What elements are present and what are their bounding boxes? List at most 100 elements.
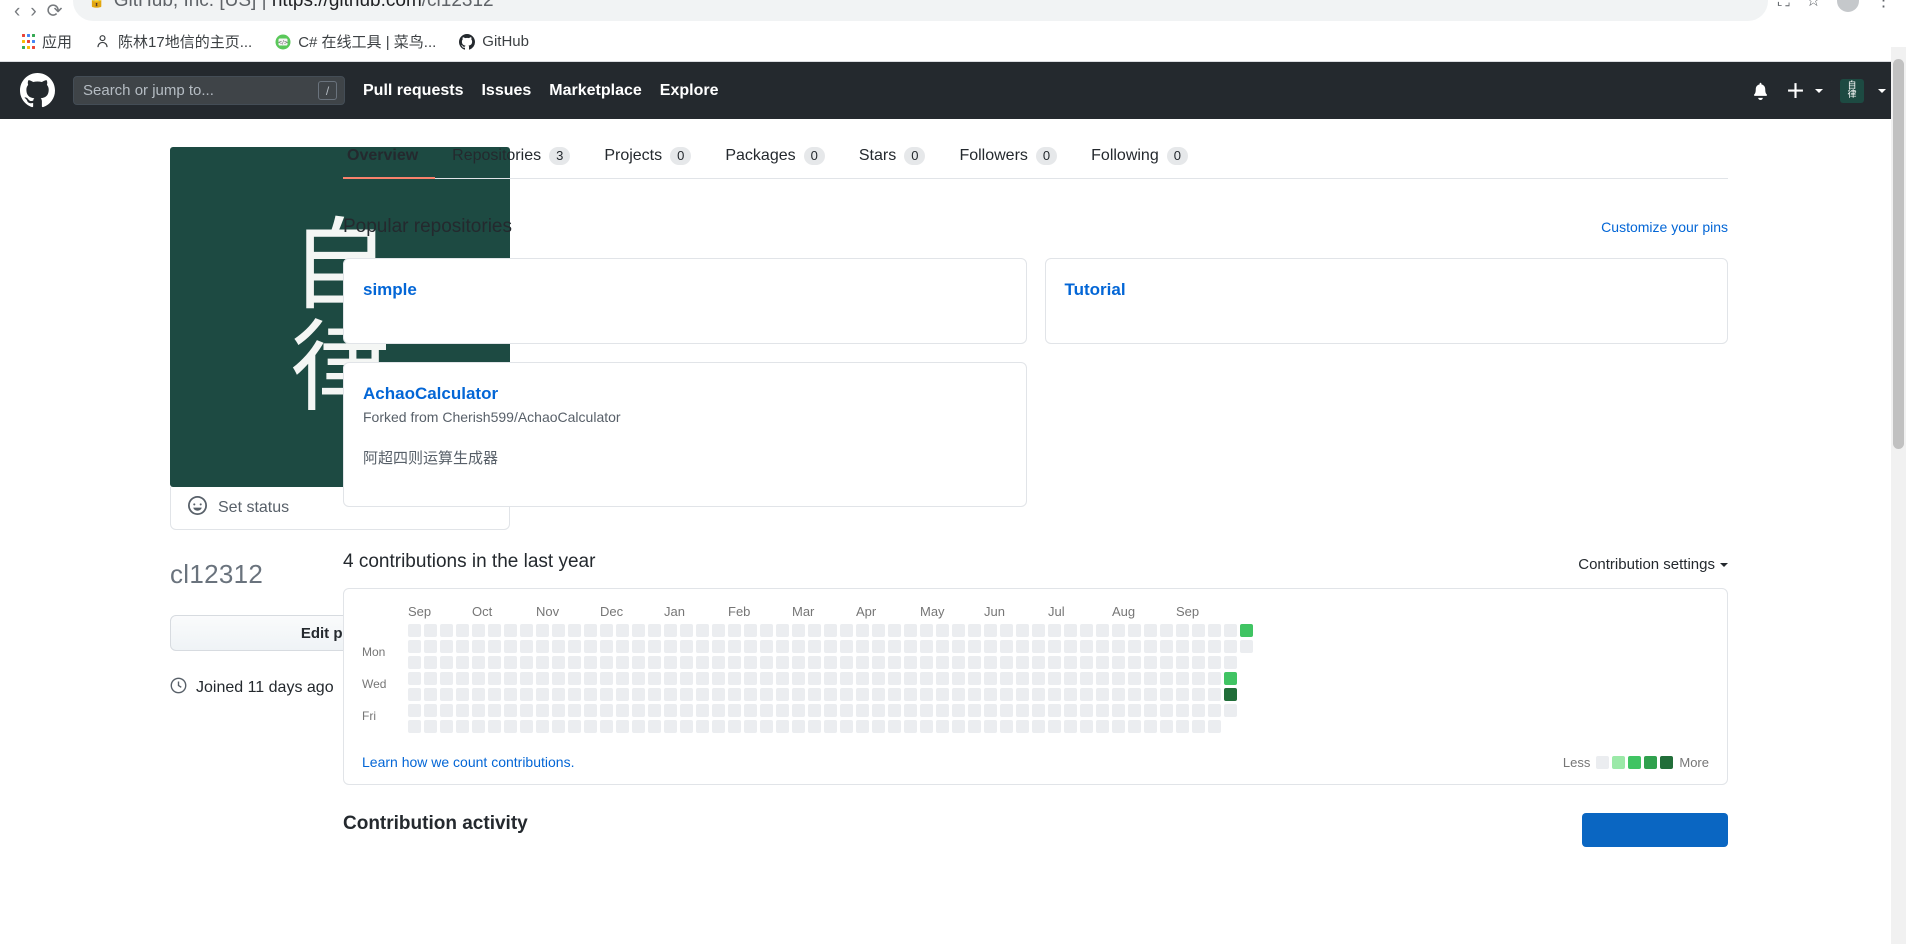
calendar-day-cell[interactable] <box>424 720 437 733</box>
calendar-day-cell[interactable] <box>1080 704 1093 717</box>
calendar-day-cell[interactable] <box>1112 672 1125 685</box>
calendar-day-cell[interactable] <box>648 720 661 733</box>
calendar-day-cell[interactable] <box>488 720 501 733</box>
calendar-day-cell[interactable] <box>584 672 597 685</box>
calendar-day-cell[interactable] <box>952 640 965 653</box>
calendar-day-cell[interactable] <box>872 704 885 717</box>
calendar-day-cell[interactable] <box>760 624 773 637</box>
back-arrow-icon[interactable]: ‹ <box>14 2 20 21</box>
calendar-day-cell[interactable] <box>568 720 581 733</box>
calendar-day-cell[interactable] <box>728 624 741 637</box>
calendar-day-cell[interactable] <box>1064 672 1077 685</box>
calendar-day-cell[interactable] <box>680 640 693 653</box>
calendar-day-cell[interactable] <box>1192 672 1205 685</box>
nav-explore[interactable]: Explore <box>660 82 719 100</box>
calendar-day-cell[interactable] <box>1064 640 1077 653</box>
calendar-day-cell[interactable] <box>744 720 757 733</box>
calendar-day-cell[interactable] <box>1160 704 1173 717</box>
calendar-day-cell[interactable] <box>1016 720 1029 733</box>
calendar-day-cell[interactable] <box>664 688 677 701</box>
calendar-day-cell[interactable] <box>1128 640 1141 653</box>
calendar-day-cell[interactable] <box>1000 624 1013 637</box>
calendar-day-cell[interactable] <box>600 656 613 669</box>
calendar-day-cell[interactable] <box>984 720 997 733</box>
calendar-day-cell[interactable] <box>1160 672 1173 685</box>
calendar-day-cell[interactable] <box>520 640 533 653</box>
calendar-day-cell[interactable] <box>536 672 549 685</box>
calendar-day-cell[interactable] <box>488 672 501 685</box>
calendar-day-cell[interactable] <box>872 624 885 637</box>
calendar-day-cell[interactable] <box>536 640 549 653</box>
calendar-day-cell[interactable] <box>856 704 869 717</box>
calendar-day-cell[interactable] <box>1032 672 1045 685</box>
calendar-day-cell[interactable] <box>728 704 741 717</box>
calendar-day-cell[interactable] <box>952 656 965 669</box>
calendar-day-cell[interactable] <box>1176 656 1189 669</box>
calendar-day-cell[interactable] <box>984 656 997 669</box>
calendar-day-cell[interactable] <box>680 672 693 685</box>
bookmark-runoob[interactable]: </> C# 在线工具 | 菜鸟... <box>274 31 436 52</box>
calendar-day-cell[interactable] <box>920 640 933 653</box>
calendar-day-cell[interactable] <box>1240 640 1253 653</box>
calendar-day-cell[interactable] <box>1080 656 1093 669</box>
calendar-day-cell[interactable] <box>1112 624 1125 637</box>
calendar-day-cell[interactable] <box>616 720 629 733</box>
calendar-day-cell[interactable] <box>824 720 837 733</box>
tab-stars[interactable]: Stars 0 <box>842 147 943 179</box>
calendar-day-cell[interactable] <box>824 656 837 669</box>
calendar-day-cell[interactable] <box>456 720 469 733</box>
calendar-day-cell[interactable] <box>520 720 533 733</box>
calendar-day-cell[interactable] <box>552 624 565 637</box>
calendar-day-cell[interactable] <box>744 640 757 653</box>
calendar-day-cell[interactable] <box>1016 656 1029 669</box>
calendar-day-cell[interactable] <box>936 624 949 637</box>
calendar-day-cell[interactable] <box>808 640 821 653</box>
calendar-day-cell[interactable] <box>776 640 789 653</box>
calendar-day-cell[interactable] <box>968 640 981 653</box>
calendar-day-cell[interactable] <box>792 640 805 653</box>
calendar-day-cell[interactable] <box>904 624 917 637</box>
calendar-day-cell[interactable] <box>968 656 981 669</box>
calendar-day-cell[interactable] <box>1048 704 1061 717</box>
calendar-day-cell[interactable] <box>760 640 773 653</box>
calendar-day-cell[interactable] <box>696 640 709 653</box>
calendar-day-cell[interactable] <box>520 624 533 637</box>
calendar-day-cell[interactable] <box>1032 720 1045 733</box>
calendar-day-cell[interactable] <box>664 624 677 637</box>
calendar-day-cell[interactable] <box>1016 640 1029 653</box>
calendar-day-cell[interactable] <box>680 720 693 733</box>
calendar-day-cell[interactable] <box>1224 624 1237 637</box>
tab-followers[interactable]: Followers 0 <box>942 147 1074 179</box>
calendar-day-cell[interactable] <box>680 704 693 717</box>
calendar-day-cell[interactable] <box>1112 656 1125 669</box>
calendar-day-cell[interactable] <box>616 624 629 637</box>
calendar-day-cell[interactable] <box>472 624 485 637</box>
calendar-day-cell[interactable] <box>472 688 485 701</box>
calendar-day-cell[interactable] <box>808 672 821 685</box>
calendar-day-cell[interactable] <box>472 672 485 685</box>
calendar-day-cell[interactable] <box>488 624 501 637</box>
calendar-day-cell[interactable] <box>744 624 757 637</box>
calendar-day-cell[interactable] <box>424 624 437 637</box>
calendar-day-cell[interactable] <box>952 672 965 685</box>
calendar-day-cell[interactable] <box>632 656 645 669</box>
calendar-day-cell[interactable] <box>1192 640 1205 653</box>
calendar-day-cell[interactable] <box>584 704 597 717</box>
calendar-day-cell[interactable] <box>712 640 725 653</box>
search-input[interactable]: Search or jump to... / <box>73 76 345 105</box>
calendar-day-cell[interactable] <box>1112 640 1125 653</box>
calendar-day-cell[interactable] <box>888 672 901 685</box>
calendar-day-cell[interactable] <box>728 656 741 669</box>
calendar-day-cell[interactable] <box>1064 656 1077 669</box>
calendar-day-cell[interactable] <box>888 656 901 669</box>
repo-card-simple[interactable]: simple <box>343 258 1027 344</box>
calendar-day-cell[interactable] <box>712 704 725 717</box>
calendar-day-cell[interactable] <box>936 720 949 733</box>
calendar-day-cell[interactable] <box>616 704 629 717</box>
calendar-day-cell[interactable] <box>744 672 757 685</box>
calendar-day-cell[interactable] <box>616 656 629 669</box>
calendar-day-cell[interactable] <box>776 704 789 717</box>
calendar-day-cell[interactable] <box>856 640 869 653</box>
blue-action-button[interactable] <box>1582 813 1728 847</box>
calendar-day-cell[interactable] <box>648 624 661 637</box>
